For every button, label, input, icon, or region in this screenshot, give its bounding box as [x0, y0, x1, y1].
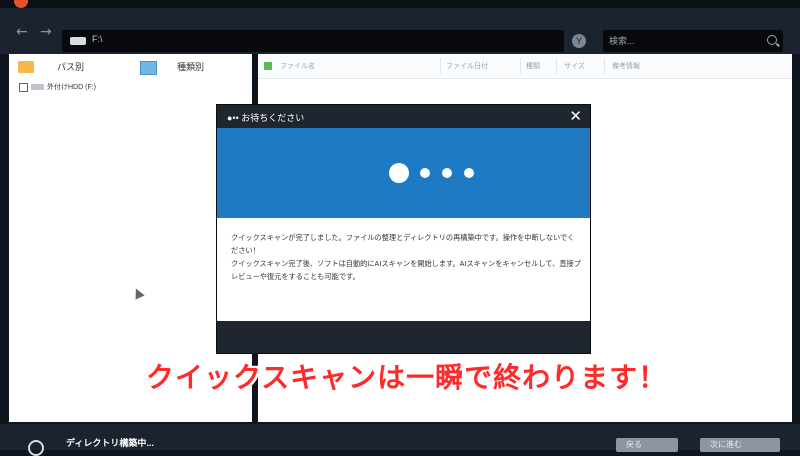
- video-caption: クイックスキャンは一瞬で終わります！: [146, 362, 668, 393]
- tree-item-external-hdd[interactable]: 外付けHDD (F:): [19, 82, 96, 92]
- column-separator: [556, 58, 557, 74]
- loading-dot-icon: [389, 163, 409, 183]
- column-size[interactable]: サイズ: [564, 61, 585, 71]
- search-icon[interactable]: [767, 35, 777, 45]
- address-path: F:\: [92, 34, 103, 44]
- app-logo: [14, 0, 28, 8]
- tree-item-label: 外付けHDD (F:): [47, 84, 96, 91]
- mouse-cursor-icon: [131, 286, 145, 300]
- back-button-label: 戻る: [626, 440, 642, 449]
- drive-icon: [70, 37, 86, 45]
- status-text: ディレクトリ構築中...: [66, 438, 154, 448]
- select-all-checkbox[interactable]: [264, 62, 272, 70]
- column-notes[interactable]: 備考情報: [612, 61, 640, 71]
- next-button-label: 次に進む: [710, 440, 742, 449]
- search-input[interactable]: [609, 33, 759, 49]
- dialog-message: クイックスキャンが完了しました。ファイルの整理とディレクトリの再構築中です。操作…: [231, 231, 581, 283]
- hdd-icon: [31, 84, 44, 91]
- title-bar: [0, 0, 800, 8]
- filter-icon[interactable]: Y: [572, 34, 586, 48]
- tab-type[interactable]: 種類別: [177, 60, 204, 73]
- tree-checkbox[interactable]: [19, 82, 28, 92]
- dialog-body: クイックスキャンが完了しました。ファイルの整理とディレクトリの再構築中です。操作…: [217, 218, 590, 321]
- toolbar: ← → F:\ Y: [0, 8, 800, 54]
- dialog-message-line: クイックスキャン完了後、ソフトは自動的にAIスキャンを開始します。AIスキャンを…: [231, 259, 581, 281]
- dialog-title: ●•• お待ちください: [227, 113, 305, 123]
- loading-dot-icon: [420, 168, 430, 178]
- forward-arrow-icon[interactable]: →: [40, 24, 52, 40]
- column-file-date[interactable]: ファイル日付: [446, 61, 488, 71]
- column-file-name[interactable]: ファイル名: [280, 61, 315, 71]
- back-arrow-icon[interactable]: ←: [16, 24, 28, 40]
- search-box: [603, 30, 783, 52]
- view-tabs: パス別 種類別: [9, 54, 252, 78]
- column-separator: [440, 58, 441, 74]
- folder-icon: [18, 61, 34, 73]
- column-separator: [520, 58, 521, 74]
- tab-path[interactable]: パス別: [57, 60, 84, 73]
- address-bar[interactable]: F:\: [62, 30, 564, 52]
- dialog-footer: [217, 321, 590, 353]
- column-separator: [604, 58, 605, 74]
- progress-banner: [217, 128, 590, 218]
- loading-dot-icon: [464, 168, 474, 178]
- status-footer: ディレクトリ構築中... 戻る 次に進む: [0, 424, 800, 456]
- dialog-message-line: クイックスキャンが完了しました。ファイルの整理とディレクトリの再構築中です。操作…: [231, 233, 575, 255]
- scan-search-icon: [28, 440, 44, 456]
- column-type[interactable]: 種類: [526, 61, 540, 71]
- loading-dot-icon: [442, 168, 452, 178]
- file-table-header: ファイル名 ファイル日付 種類 サイズ 備考情報: [258, 54, 792, 79]
- please-wait-dialog: ●•• お待ちください ✕ クイックスキャンが完了しました。ファイルの整理とディ…: [216, 104, 591, 354]
- close-icon[interactable]: ✕: [569, 107, 582, 125]
- image-icon: [140, 61, 157, 75]
